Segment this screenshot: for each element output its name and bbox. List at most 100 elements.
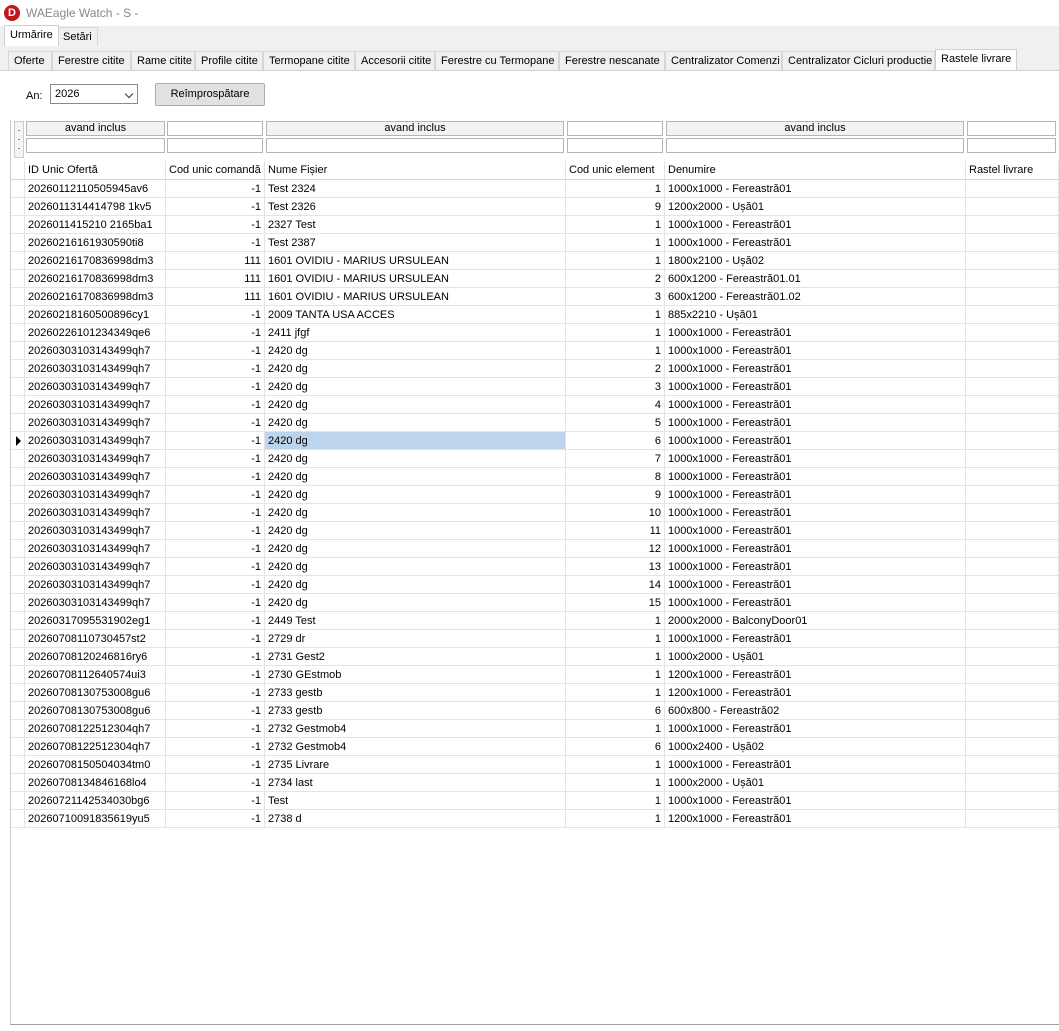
cell-cod-element[interactable]: 9 xyxy=(566,486,665,504)
row-selector[interactable] xyxy=(11,612,25,630)
cell-cod-comanda[interactable]: -1 xyxy=(166,216,265,234)
cell-cod-comanda[interactable]: -1 xyxy=(166,324,265,342)
row-selector[interactable] xyxy=(11,756,25,774)
cell-rastel-livrare[interactable] xyxy=(966,810,1059,828)
cell-denumire[interactable]: 1000x1000 - Fereastră01 xyxy=(665,720,966,738)
cell-id-oferta[interactable]: 20260303103143499qh7 xyxy=(25,558,166,576)
cell-nume-fisier[interactable]: 2420 dg xyxy=(265,450,566,468)
cell-nume-fisier[interactable]: 1601 OVIDIU - MARIUS URSULEAN xyxy=(265,288,566,306)
cell-id-oferta[interactable]: 20260303103143499qh7 xyxy=(25,594,166,612)
cell-rastel-livrare[interactable] xyxy=(966,576,1059,594)
cell-rastel-livrare[interactable] xyxy=(966,252,1059,270)
tab-accesorii-citite[interactable]: Accesorii citite xyxy=(355,51,435,70)
cell-cod-element[interactable]: 2 xyxy=(566,270,665,288)
cell-denumire[interactable]: 1000x1000 - Fereastră01 xyxy=(665,576,966,594)
row-selector[interactable] xyxy=(11,468,25,486)
cell-cod-comanda[interactable]: -1 xyxy=(166,792,265,810)
refresh-button[interactable]: Reîmprospătare xyxy=(155,83,265,106)
cell-cod-element[interactable]: 6 xyxy=(566,738,665,756)
cell-id-oferta[interactable]: 20260216161930590ti8 xyxy=(25,234,166,252)
cell-cod-element[interactable]: 1 xyxy=(566,684,665,702)
row-selector[interactable] xyxy=(11,432,25,450)
cell-nume-fisier[interactable]: Test 2387 xyxy=(265,234,566,252)
cell-rastel-livrare[interactable] xyxy=(966,594,1059,612)
table-row[interactable]: 20260303103143499qh7 -1 2420 dg 11 1000x1000… xyxy=(11,522,1059,540)
row-selector[interactable] xyxy=(11,396,25,414)
cell-cod-comanda[interactable]: -1 xyxy=(166,396,265,414)
filter-mode-nume-fisier[interactable]: avand inclus xyxy=(266,121,564,136)
cell-cod-element[interactable]: 10 xyxy=(566,504,665,522)
cell-nume-fisier[interactable]: 2730 GEstmob xyxy=(265,666,566,684)
table-row[interactable]: 20260708134846168lo4 -1 2734 last 1 1000x200… xyxy=(11,774,1059,792)
cell-nume-fisier[interactable]: Test 2326 xyxy=(265,198,566,216)
cell-cod-element[interactable]: 1 xyxy=(566,648,665,666)
cell-nume-fisier[interactable]: 2420 dg xyxy=(265,486,566,504)
row-selector[interactable] xyxy=(11,324,25,342)
column-header-denumire[interactable]: Denumire xyxy=(665,161,966,180)
row-selector[interactable] xyxy=(11,180,25,198)
cell-rastel-livrare[interactable] xyxy=(966,216,1059,234)
tab-oferte[interactable]: Oferte xyxy=(8,51,52,70)
row-selector[interactable] xyxy=(11,630,25,648)
cell-rastel-livrare[interactable] xyxy=(966,468,1059,486)
row-selector[interactable] xyxy=(11,288,25,306)
cell-nume-fisier[interactable]: 2733 gestb xyxy=(265,702,566,720)
row-selector[interactable] xyxy=(11,270,25,288)
row-selector[interactable] xyxy=(11,738,25,756)
cell-cod-comanda[interactable]: -1 xyxy=(166,486,265,504)
table-row[interactable]: 20260216170836998dm3 111 1601 OVIDIU - MAR… xyxy=(11,252,1059,270)
row-selector[interactable] xyxy=(11,216,25,234)
cell-cod-element[interactable]: 1 xyxy=(566,630,665,648)
cell-denumire[interactable]: 1000x1000 - Fereastră01 xyxy=(665,504,966,522)
cell-cod-element[interactable]: 1 xyxy=(566,252,665,270)
table-row[interactable]: 20260303103143499qh7 -1 2420 dg 2 1000x1000 … xyxy=(11,360,1059,378)
table-row[interactable]: 20260303103143499qh7 -1 2420 dg 3 1000x1000 … xyxy=(11,378,1059,396)
cell-nume-fisier[interactable]: 2420 dg xyxy=(265,342,566,360)
table-row[interactable]: 20260216161930590ti8 -1 Test 2387 1 1000x100… xyxy=(11,234,1059,252)
cell-id-oferta[interactable]: 2026011314414798 1kv5 xyxy=(25,198,166,216)
cell-id-oferta[interactable]: 20260226101234349qe6 xyxy=(25,324,166,342)
tab-urmarire[interactable]: Urmărire xyxy=(4,25,59,46)
cell-id-oferta[interactable]: 20260216170836998dm3 xyxy=(25,288,166,306)
cell-rastel-livrare[interactable] xyxy=(966,288,1059,306)
tab-centralizator-cicluri[interactable]: Centralizator Cicluri productie xyxy=(782,51,935,70)
cell-cod-element[interactable]: 6 xyxy=(566,432,665,450)
table-row[interactable]: 2026011314414798 1kv5 -1 Test 2326 9 1200x20… xyxy=(11,198,1059,216)
cell-rastel-livrare[interactable] xyxy=(966,378,1059,396)
cell-cod-comanda[interactable]: -1 xyxy=(166,810,265,828)
table-row[interactable]: 20260303103143499qh7 -1 2420 dg 15 1000x1000… xyxy=(11,594,1059,612)
cell-denumire[interactable]: 2000x2000 - BalconyDoor01 xyxy=(665,612,966,630)
cell-denumire[interactable]: 1000x1000 - Fereastră01 xyxy=(665,594,966,612)
table-row[interactable]: 20260721142534030bg6 -1 Test 1 1000x1000 - F… xyxy=(11,792,1059,810)
cell-id-oferta[interactable]: 20260303103143499qh7 xyxy=(25,576,166,594)
cell-cod-element[interactable]: 1 xyxy=(566,720,665,738)
cell-rastel-livrare[interactable] xyxy=(966,630,1059,648)
cell-cod-comanda[interactable]: -1 xyxy=(166,450,265,468)
table-row[interactable]: 20260303103143499qh7 -1 2420 dg 1 1000x1000 … xyxy=(11,342,1059,360)
cell-denumire[interactable]: 1200x1000 - Fereastră01 xyxy=(665,810,966,828)
cell-id-oferta[interactable]: 20260708134846168lo4 xyxy=(25,774,166,792)
cell-denumire[interactable]: 1000x1000 - Fereastră01 xyxy=(665,432,966,450)
cell-nume-fisier[interactable]: 2420 dg xyxy=(265,594,566,612)
cell-id-oferta[interactable]: 20260708150504034tm0 xyxy=(25,756,166,774)
tab-ferestre-cu-termopane[interactable]: Ferestre cu Termopane xyxy=(435,51,559,70)
cell-cod-element[interactable]: 11 xyxy=(566,522,665,540)
cell-id-oferta[interactable]: 20260216170836998dm3 xyxy=(25,270,166,288)
row-selector[interactable] xyxy=(11,198,25,216)
cell-id-oferta[interactable]: 20260218160500896cy1 xyxy=(25,306,166,324)
filter-input-cod-comanda[interactable] xyxy=(167,138,263,153)
cell-denumire[interactable]: 1000x1000 - Fereastră01 xyxy=(665,180,966,198)
cell-cod-comanda[interactable]: 111 xyxy=(166,252,265,270)
cell-cod-comanda[interactable]: -1 xyxy=(166,342,265,360)
cell-cod-element[interactable]: 1 xyxy=(566,234,665,252)
cell-id-oferta[interactable]: 20260303103143499qh7 xyxy=(25,540,166,558)
cell-rastel-livrare[interactable] xyxy=(966,270,1059,288)
cell-id-oferta[interactable]: 20260708110730457st2 xyxy=(25,630,166,648)
cell-denumire[interactable]: 1000x1000 - Fereastră01 xyxy=(665,396,966,414)
cell-cod-element[interactable]: 1 xyxy=(566,810,665,828)
cell-cod-element[interactable]: 5 xyxy=(566,414,665,432)
row-selector[interactable] xyxy=(11,720,25,738)
cell-cod-comanda[interactable]: -1 xyxy=(166,630,265,648)
cell-nume-fisier[interactable]: 2738 d xyxy=(265,810,566,828)
filter-input-nume-fisier[interactable] xyxy=(266,138,564,153)
